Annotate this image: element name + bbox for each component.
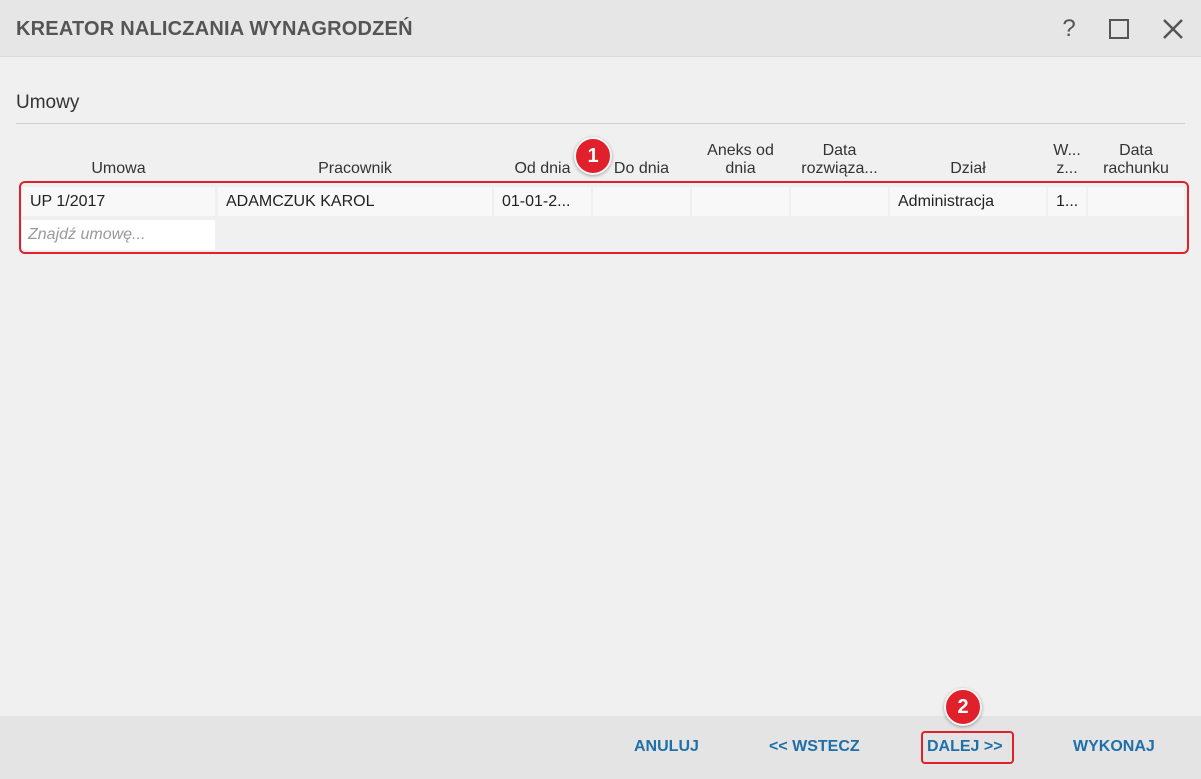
column-header-w-z[interactable]: W... z...: [1048, 138, 1086, 178]
cell-dzial[interactable]: Administracja: [890, 187, 1046, 216]
section-divider: [16, 123, 1185, 124]
cell-data-rozwiazania[interactable]: [791, 187, 888, 216]
maximize-icon: [1109, 19, 1129, 39]
cancel-button[interactable]: ANULUJ: [634, 738, 699, 756]
help-button[interactable]: ?: [1054, 14, 1084, 44]
title-bar: KREATOR NALICZANIA WYNAGRODZEŃ ?: [0, 0, 1201, 57]
search-contract-input[interactable]: Znajdź umowę...: [22, 220, 215, 250]
annotation-badge-1: 1: [574, 137, 612, 175]
execute-button[interactable]: WYKONAJ: [1073, 738, 1155, 756]
maximize-button[interactable]: [1104, 14, 1134, 44]
cell-od-dnia[interactable]: 01-01-2...: [494, 187, 591, 216]
close-icon: [1163, 19, 1183, 39]
column-header-pracownik[interactable]: Pracownik: [218, 138, 492, 178]
column-header-aneks-od-dnia[interactable]: Aneks od dnia: [692, 138, 789, 178]
cell-w-z[interactable]: 1...: [1048, 187, 1086, 216]
back-button[interactable]: << WSTECZ: [769, 738, 860, 756]
window-title: KREATOR NALICZANIA WYNAGRODZEŃ: [16, 18, 413, 40]
cell-aneks-od-dnia[interactable]: [692, 187, 789, 216]
footer-bar: [0, 716, 1201, 779]
column-header-umowa[interactable]: Umowa: [22, 138, 215, 178]
cell-pracownik[interactable]: ADAMCZUK KAROL: [218, 187, 492, 216]
cell-do-dnia[interactable]: [593, 187, 690, 216]
help-icon: ?: [1062, 15, 1076, 42]
section-title: Umowy: [16, 92, 80, 113]
cell-umowa[interactable]: UP 1/2017: [22, 187, 215, 216]
column-header-dzial[interactable]: Dział: [890, 138, 1046, 178]
column-header-data-rachunku[interactable]: Data rachunku: [1088, 138, 1184, 178]
next-button[interactable]: DALEJ >>: [927, 738, 1003, 756]
close-button[interactable]: [1158, 14, 1188, 44]
annotation-badge-2: 2: [944, 688, 982, 726]
column-header-data-rozwiazania[interactable]: Data rozwiąza...: [791, 138, 888, 178]
cell-data-rachunku[interactable]: [1088, 187, 1184, 216]
